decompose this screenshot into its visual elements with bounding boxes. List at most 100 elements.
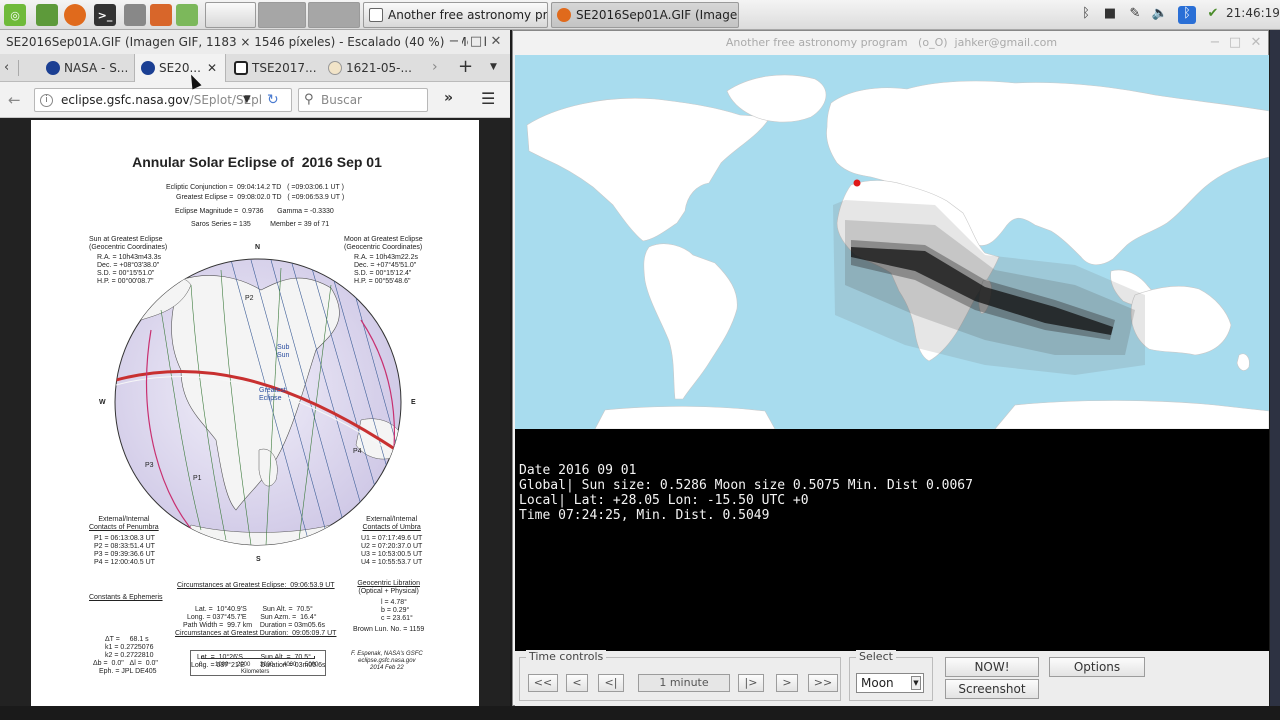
p4-label: P4 — [353, 448, 362, 455]
console-line-local: Local| Lat: +28.05 Lon: -15.50 UTC +0 — [519, 493, 809, 508]
window-title: SE2016Sep01A.GIF (Imagen GIF, 1183 × 154… — [0, 30, 510, 54]
console-line-time: Time 07:24:25, Min. Dist. 0.5049 — [519, 508, 770, 523]
scale-line — [201, 656, 315, 659]
options-button[interactable]: Options — [1049, 657, 1145, 677]
world-map[interactable] — [515, 55, 1269, 429]
bluetooth-status-icon[interactable]: ᛒ — [1178, 6, 1196, 24]
firefox-window-icon[interactable] — [150, 4, 172, 26]
new-tab-icon[interactable]: + — [458, 56, 473, 77]
body-select[interactable]: Moon ▼ — [856, 673, 924, 693]
page-icon — [328, 61, 342, 75]
time-controls-group: Time controls << < <| 1 minute |> > >> — [519, 650, 841, 701]
volume-icon[interactable]: 🔈 — [1150, 6, 1170, 24]
screenshot-button[interactable]: Screenshot — [945, 679, 1039, 699]
window-icon — [369, 8, 383, 22]
workspace-1[interactable] — [205, 2, 256, 28]
stop-icon[interactable]: ■ — [1102, 6, 1118, 24]
controls-panel: Time controls << < <| 1 minute |> > >> S… — [515, 650, 1269, 707]
nav-bar: ← i eclipse.gsfc.nasa.gov/SEplot/SEpl ▼ … — [0, 82, 510, 118]
output-console: Date 2016 09 01 Global| Sun size: 0.5286… — [515, 429, 1269, 651]
nasa-icon — [46, 61, 60, 75]
maximize-icon[interactable]: □ — [1227, 35, 1243, 51]
workspace-3[interactable] — [308, 2, 360, 28]
rewind-button[interactable]: < — [566, 674, 588, 692]
task-astro[interactable]: Another free astronomy pro... — [363, 2, 548, 28]
workspace-2[interactable] — [258, 2, 306, 28]
desktop-edge — [1270, 30, 1280, 706]
window-icon[interactable] — [176, 4, 198, 26]
console-line-global: Global| Sun size: 0.5286 Moon size 0.507… — [519, 478, 973, 493]
p1-label: P1 — [193, 475, 202, 482]
time-step-field[interactable]: 1 minute — [638, 674, 730, 692]
firefox-launcher-icon[interactable] — [64, 4, 86, 26]
scale-unit: Kilometers — [241, 669, 270, 675]
libration-block: Geocentric Libration (Optical + Physical)… — [353, 580, 425, 633]
dropdown-icon[interactable]: ▼ — [243, 89, 251, 111]
chevron-down-icon: ▼ — [911, 676, 921, 690]
forward-fast-button[interactable]: >> — [808, 674, 838, 692]
greatest-eclipse-label: Greatest Eclipse — [259, 387, 286, 402]
minimize-icon[interactable]: − — [1207, 35, 1223, 51]
observer-marker[interactable] — [853, 179, 861, 187]
tab-strip: ‹ NASA - S... SE20... ✕ TSE2017... 1621-0… — [0, 54, 510, 82]
select-label: Select — [856, 650, 896, 663]
close-tab-icon[interactable]: ✕ — [207, 54, 217, 82]
tab-se2016[interactable]: SE20... ✕ — [134, 54, 226, 82]
tab-1621[interactable]: 1621-05-... — [322, 54, 416, 82]
umbra-block: External/Internal Contacts of Umbra U1 = … — [361, 516, 423, 566]
p3-label: P3 — [145, 462, 154, 469]
menu-icon[interactable]: ☰ — [481, 89, 495, 108]
scale-tick: 0 — [199, 662, 203, 668]
task-firefox[interactable]: SE2016Sep01A.GIF (Imagen ... — [551, 2, 739, 28]
close-icon[interactable]: ✕ — [1248, 35, 1264, 51]
credit-block: F. Espenak, NASA's GSFC eclipse.gsfc.nasa… — [351, 651, 423, 671]
constants-block: Constants & Ephemeris ΔT = 68.1 s k1 = 0.… — [89, 594, 163, 675]
bluetooth-icon[interactable]: ᛒ — [1078, 6, 1094, 24]
back-icon[interactable]: ← — [8, 91, 21, 109]
scale-bar: 0 1000 2000 3000 4000 5000 Kilometers — [190, 650, 326, 676]
minimize-icon[interactable]: − — [446, 34, 462, 50]
maximize-icon[interactable]: □ — [468, 34, 484, 50]
info-icon[interactable]: i — [40, 94, 53, 107]
tab-separator — [18, 60, 19, 76]
astronomy-window: Another free astronomy program (o_O) jah… — [512, 30, 1269, 707]
scroll-right-icon[interactable]: › — [432, 59, 438, 75]
url-bar[interactable]: i eclipse.gsfc.nasa.gov/SEplot/SEpl ▼ ↻ — [34, 88, 292, 112]
files-icon[interactable] — [124, 4, 146, 26]
network-icon[interactable]: ✎ — [1126, 6, 1144, 24]
eclipse-map-image: Annular Solar Eclipse of 2016 Sep 01 Ecl… — [31, 120, 479, 706]
scale-tick: 4000 — [283, 662, 297, 668]
scale-tick: 5000 — [305, 662, 319, 668]
p2-label: P2 — [245, 295, 254, 302]
rewind-fast-button[interactable]: << — [528, 674, 558, 692]
page-icon — [234, 61, 248, 75]
reload-icon[interactable]: ↻ — [267, 89, 279, 111]
terminal-icon[interactable]: >_ — [94, 4, 116, 26]
menu-icon[interactable]: ◎ — [4, 4, 26, 26]
taskbar: ◎ >_ Another free astronomy pro... SE201… — [0, 0, 1280, 30]
tab-tse2017[interactable]: TSE2017... — [228, 54, 320, 82]
shield-icon[interactable]: ✔ — [1204, 6, 1222, 24]
step-back-button[interactable]: <| — [598, 674, 624, 692]
close-icon[interactable]: ✕ — [488, 34, 504, 50]
bottom-bar — [0, 706, 1280, 720]
forward-button[interactable]: > — [776, 674, 798, 692]
tab-nasa[interactable]: NASA - S... — [40, 54, 132, 82]
overflow-icon[interactable]: » — [444, 90, 453, 106]
firefox-icon — [557, 8, 571, 22]
search-input[interactable]: ⚲ Buscar — [298, 88, 428, 112]
step-forward-button[interactable]: |> — [738, 674, 764, 692]
scale-tick: 1000 — [215, 662, 229, 668]
clock[interactable]: 21:46:19 — [1226, 6, 1280, 24]
window-title: Another free astronomy program (o_O) jah… — [725, 36, 1058, 49]
penumbra-block: External/Internal Contacts of Penumbra P1… — [89, 516, 159, 566]
tab-list-icon[interactable]: ▼ — [490, 62, 497, 72]
now-button[interactable]: NOW! — [945, 657, 1039, 677]
scroll-left-icon[interactable]: ‹ — [4, 60, 9, 75]
console-line-date: Date 2016 09 01 — [519, 463, 637, 478]
show-desktop-icon[interactable] — [36, 4, 58, 26]
firefox-window: SE2016Sep01A.GIF (Imagen GIF, 1183 × 154… — [0, 30, 510, 706]
search-icon: ⚲ — [304, 92, 314, 107]
select-group: Select Moon ▼ — [849, 650, 933, 701]
time-controls-label: Time controls — [526, 650, 607, 663]
